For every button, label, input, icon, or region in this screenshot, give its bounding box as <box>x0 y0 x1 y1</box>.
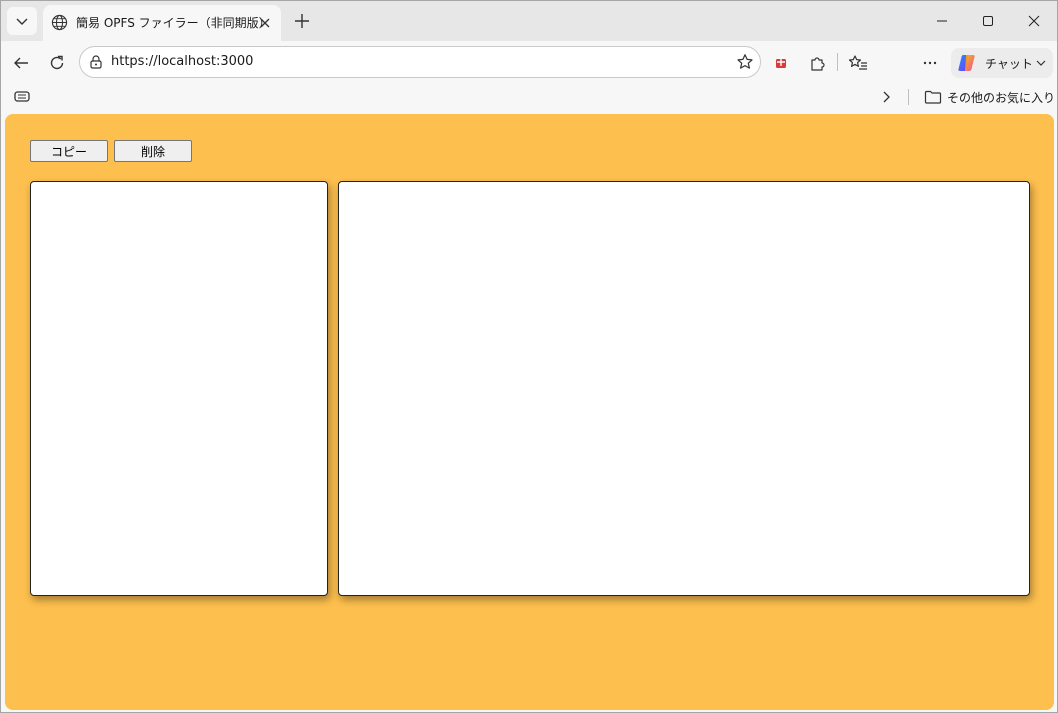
back-button[interactable] <box>7 49 35 77</box>
puzzle-icon <box>811 57 825 71</box>
extensions-button[interactable] <box>803 49 831 77</box>
extension-button[interactable] <box>767 49 795 77</box>
app-icon <box>14 91 30 102</box>
new-tab-button[interactable] <box>289 9 315 33</box>
minimize-button[interactable] <box>919 1 965 41</box>
bookmark-app-item[interactable] <box>13 87 31 107</box>
more-dots-icon <box>923 61 937 65</box>
url-text[interactable]: https://localhost:3000 <box>111 54 253 69</box>
browser-window: 簡易 OPFS ファイラー（非同期版） https://localhost:30… <box>0 0 1058 713</box>
chevron-right-icon <box>883 91 890 103</box>
tab-active[interactable]: 簡易 OPFS ファイラー（非同期版） <box>43 5 281 41</box>
folder-icon <box>924 90 942 104</box>
chevron-down-icon <box>16 18 28 25</box>
bookmarks-overflow-button[interactable] <box>879 87 893 107</box>
maximize-button[interactable] <box>965 1 1011 41</box>
arrow-left-icon <box>14 57 28 69</box>
copy-button[interactable]: コピー <box>30 140 108 162</box>
copilot-logo-icon <box>958 55 975 71</box>
other-favorites-label: その他のお気に入り <box>947 90 1056 105</box>
minimize-icon <box>937 20 947 22</box>
chevron-down-icon[interactable] <box>1035 57 1047 69</box>
tab-strip: 簡易 OPFS ファイラー（非同期版） <box>1 1 1057 41</box>
close-window-button[interactable] <box>1011 1 1057 41</box>
plus-icon <box>295 14 309 28</box>
globe-icon <box>51 14 68 31</box>
address-bar[interactable]: https://localhost:3000 <box>79 46 761 78</box>
more-menu-button[interactable] <box>916 49 944 77</box>
file-tree-pane[interactable] <box>30 181 328 596</box>
bookmarks-separator <box>908 89 909 105</box>
reload-button[interactable] <box>43 49 71 77</box>
bookmarks-bar: その他のお気に入り <box>1 83 1057 111</box>
favorites-button[interactable] <box>844 49 872 77</box>
maximize-icon <box>983 16 993 26</box>
page-content: コピー 削除 <box>5 114 1054 710</box>
toolbar-separator <box>837 53 838 71</box>
favorites-icon <box>848 55 867 70</box>
tab-list-button[interactable] <box>7 7 37 35</box>
extension-badge-icon <box>776 57 786 68</box>
navigation-toolbar: https://localhost:3000 チャット <box>1 41 1057 83</box>
close-icon <box>1028 15 1040 27</box>
delete-button[interactable]: 削除 <box>114 140 192 162</box>
copilot-chat-button[interactable]: チャット <box>951 48 1053 78</box>
other-favorites-folder[interactable]: その他のお気に入り <box>924 87 1055 107</box>
copilot-label: チャット <box>985 57 1033 71</box>
tab-title: 簡易 OPFS ファイラー（非同期版） <box>76 16 271 30</box>
star-icon[interactable] <box>736 53 754 71</box>
reload-icon <box>50 55 64 70</box>
lock-icon[interactable] <box>88 54 104 70</box>
file-preview-pane[interactable] <box>338 181 1030 596</box>
close-icon[interactable] <box>257 15 273 31</box>
